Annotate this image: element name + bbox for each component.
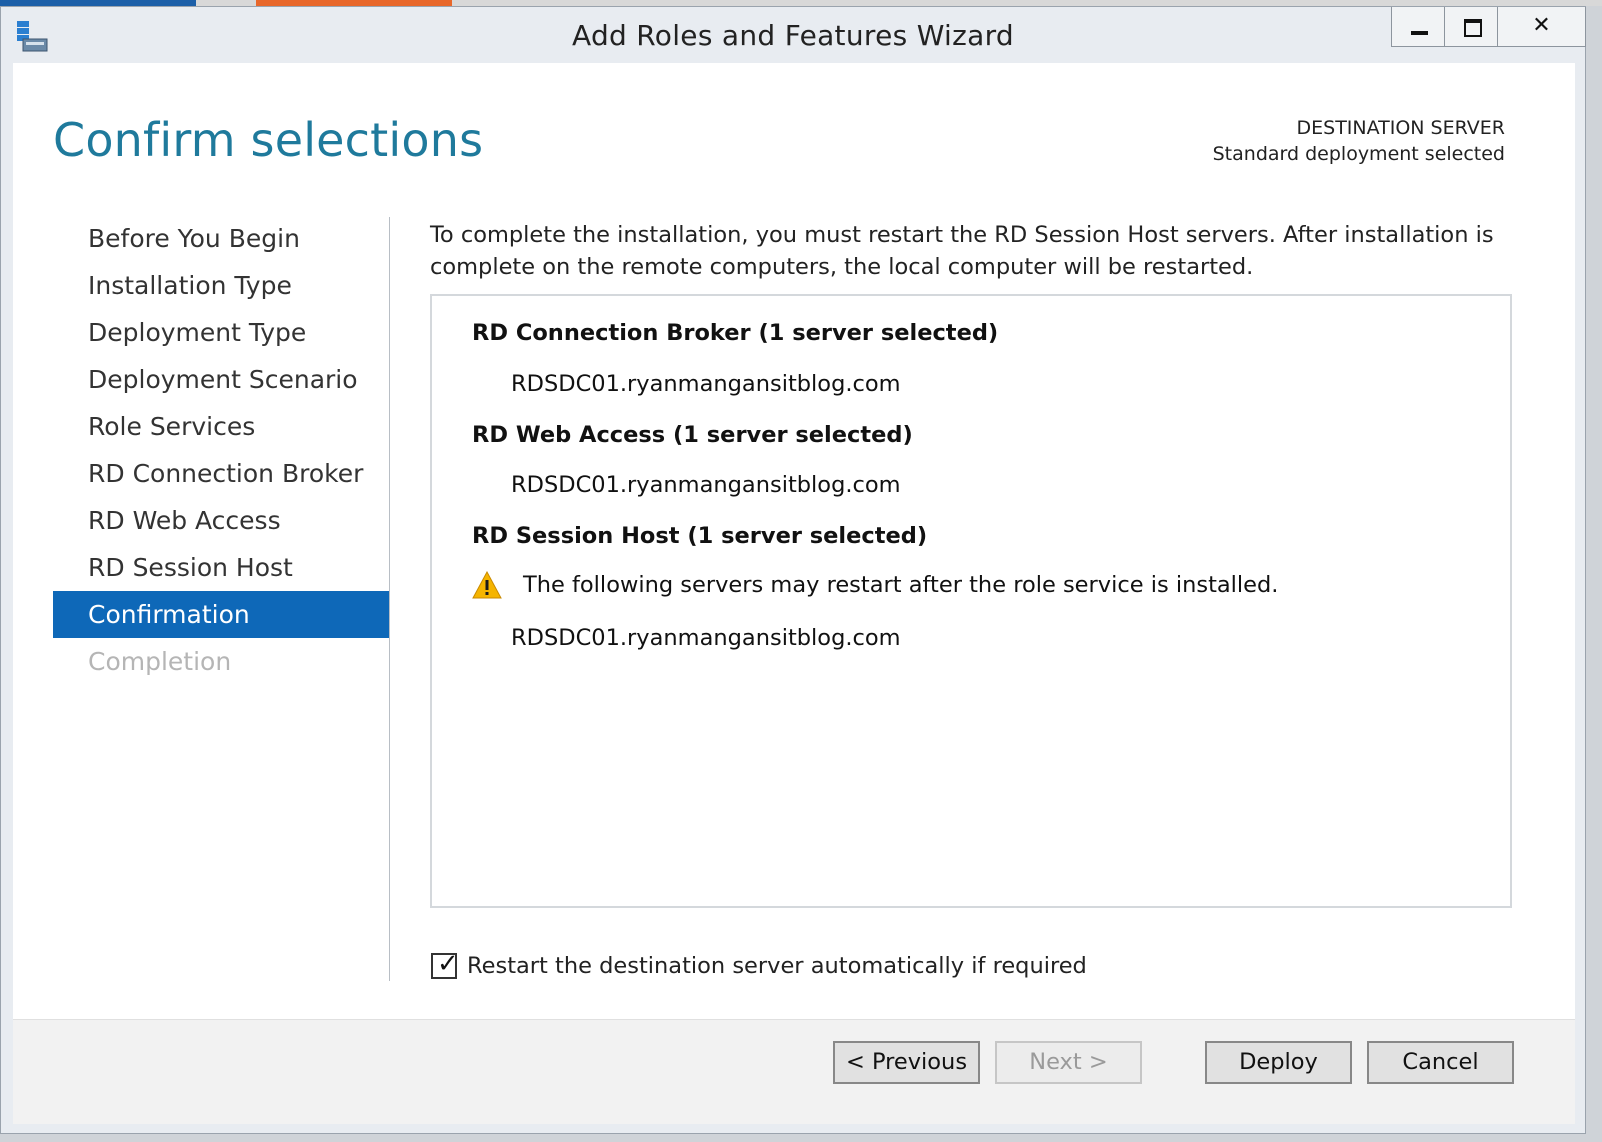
previous-button[interactable]: < Previous <box>833 1041 980 1084</box>
server-name: RDSDC01.ryanmangansitblog.com <box>511 472 901 498</box>
nav-item-rd-connection-broker[interactable]: RD Connection Broker <box>53 450 389 497</box>
restart-checkbox[interactable]: ✓ <box>431 949 459 979</box>
cancel-button[interactable]: Cancel <box>1367 1041 1514 1084</box>
checkmark-icon: ✓ <box>437 949 459 979</box>
server-name: RDSDC01.ryanmangansitblog.com <box>511 625 901 651</box>
restart-notice: To complete the installation, you must r… <box>430 222 1494 280</box>
nav-item-before-you-begin[interactable]: Before You Begin <box>53 215 389 262</box>
warning-icon <box>472 571 502 599</box>
nav-item-deployment-type[interactable]: Deployment Type <box>53 309 389 356</box>
nav-divider <box>389 217 390 981</box>
group-title-rd-connection-broker: RD Connection Broker (1 server selected) <box>472 320 999 346</box>
wizard-steps-nav: Before You Begin Installation Type Deplo… <box>53 215 389 685</box>
nav-item-rd-session-host[interactable]: RD Session Host <box>53 544 389 591</box>
page-title: Confirm selections <box>53 113 484 167</box>
selections-panel: RD Connection Broker (1 server selected)… <box>430 294 1512 908</box>
restart-checkbox-label[interactable]: Restart the destination server automatic… <box>467 953 1087 979</box>
group-title-rd-web-access: RD Web Access (1 server selected) <box>472 422 913 448</box>
wizard-window: Add Roles and Features Wizard ✕ Confirm … <box>0 6 1586 1134</box>
nav-item-installation-type[interactable]: Installation Type <box>53 262 389 309</box>
warning-text: The following servers may restart after … <box>523 572 1279 598</box>
minimize-button[interactable] <box>1391 7 1445 47</box>
maximize-icon <box>1464 19 1482 37</box>
wizard-client-area: Confirm selections DESTINATION SERVER St… <box>13 63 1575 1124</box>
button-bar: < Previous Next > Deploy Cancel <box>13 1019 1575 1124</box>
minimize-icon <box>1411 31 1428 35</box>
close-button[interactable]: ✕ <box>1497 7 1586 47</box>
title-bar: Add Roles and Features Wizard ✕ <box>1 7 1586 63</box>
server-name: RDSDC01.ryanmangansitblog.com <box>511 371 901 397</box>
maximize-button[interactable] <box>1444 7 1498 47</box>
next-button: Next > <box>995 1041 1142 1084</box>
destination-server-value: Standard deployment selected <box>1212 143 1505 165</box>
nav-item-confirmation[interactable]: Confirmation <box>53 591 389 638</box>
close-icon: ✕ <box>1532 13 1551 38</box>
deploy-button[interactable]: Deploy <box>1205 1041 1352 1084</box>
window-title: Add Roles and Features Wizard <box>571 19 1014 52</box>
nav-item-deployment-scenario[interactable]: Deployment Scenario <box>53 356 389 403</box>
destination-server-label: DESTINATION SERVER <box>1296 117 1506 139</box>
nav-item-completion: Completion <box>88 647 232 676</box>
group-title-rd-session-host: RD Session Host (1 server selected) <box>472 523 928 549</box>
nav-item-role-services[interactable]: Role Services <box>53 403 389 450</box>
nav-item-rd-web-access[interactable]: RD Web Access <box>53 497 389 544</box>
